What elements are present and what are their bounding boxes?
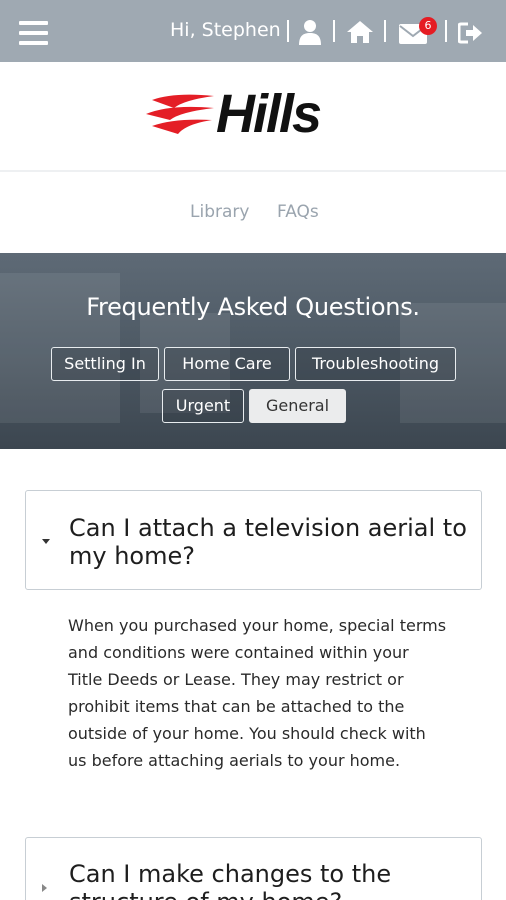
nav-library-link[interactable]: Library [190,202,249,222]
logo-wordmark: Hills [216,84,322,144]
caret-right-icon [42,884,47,892]
faq-item-header[interactable]: Can I make changes to the structure of m… [25,837,482,900]
faq-answer-text: When you purchased your home, special te… [68,616,447,770]
top-bar: Hi, Stephen 6 [0,0,506,62]
tag-home-care[interactable]: Home Care [164,347,290,381]
tag-general[interactable]: General [249,389,346,423]
greeting-text: Hi, Stephen [170,19,281,41]
logo-header: Hills [0,62,506,172]
caret-down-icon [42,539,50,544]
home-icon[interactable] [346,20,374,44]
separator [384,20,386,42]
faq-question: Can I attach a television aerial to my h… [69,514,467,570]
tag-settling-in[interactable]: Settling In [51,347,159,381]
faq-item-header[interactable]: Can I attach a television aerial to my h… [25,490,482,590]
separator [287,20,289,42]
tag-urgent[interactable]: Urgent [162,389,244,423]
user-icon[interactable] [297,18,323,46]
hills-logo[interactable]: Hills [144,84,364,144]
faq-page-title: Frequently Asked Questions. [86,293,420,321]
faq-question: Can I make changes to the structure of m… [69,860,392,900]
logout-icon[interactable] [458,22,484,44]
faq-hero-banner: Frequently Asked Questions. Settling In … [0,253,506,449]
mail-count-badge: 6 [419,17,437,35]
separator [445,20,447,42]
menu-icon[interactable] [19,21,48,45]
sub-navigation: Library FAQs [0,174,506,252]
separator [333,20,335,42]
logo-swoosh-icon [146,94,214,134]
nav-faqs-link[interactable]: FAQs [277,202,319,222]
tag-troubleshooting[interactable]: Troubleshooting [295,347,456,381]
